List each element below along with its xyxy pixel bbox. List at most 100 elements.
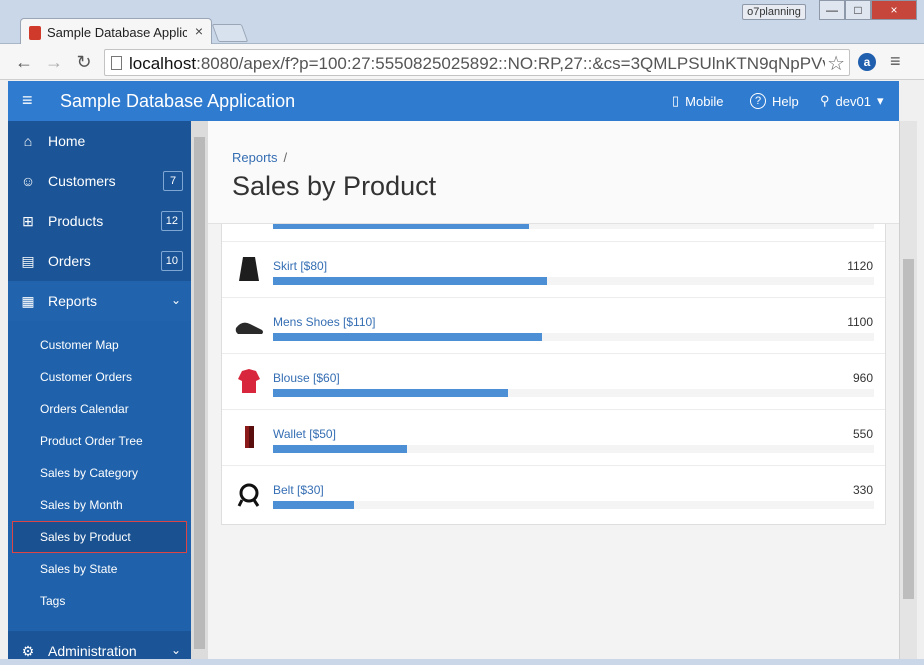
list-item: Mens Shoes [$110] 1100 <box>222 298 885 354</box>
sales-value: 330 <box>852 483 873 497</box>
maximize-button[interactable]: □ <box>845 0 871 20</box>
mobile-icon: ▯ <box>672 93 680 108</box>
cart-icon: ⊞ <box>22 212 34 229</box>
reload-icon[interactable]: ↻ <box>72 50 96 74</box>
product-link[interactable]: Belt [$30] <box>273 483 324 497</box>
list-item: Skirt [$80] 1120 <box>222 242 885 298</box>
tab-title: Sample Database Applicati <box>47 25 187 40</box>
product-link[interactable]: Mens Shoes [$110] <box>273 315 376 329</box>
sidebar-item-tags[interactable]: Tags <box>8 585 191 617</box>
tab-close-icon[interactable]: × <box>195 23 203 39</box>
mobile-label: Mobile <box>685 93 724 109</box>
count-badge: 12 <box>160 211 183 231</box>
back-arrow-icon[interactable]: ← <box>12 50 36 74</box>
sidebar-item-customer-map[interactable]: Customer Map <box>8 329 191 361</box>
progress-bar-fill <box>273 277 547 285</box>
table-icon: ▦ <box>21 292 35 309</box>
gear-icon: ⚙ <box>21 642 35 659</box>
browser-titlebar: Sample Database Applicati × o7planning —… <box>0 0 924 46</box>
progress-bar <box>273 389 874 397</box>
users-icon: ☺ <box>20 173 36 189</box>
sidebar-nav: ⌂ Home ☺ Customers 7 ⊞ Products 12 ▤ Ord… <box>8 121 191 659</box>
product-link[interactable]: Skirt [$80] <box>273 259 327 273</box>
user-icon: ⚲ <box>820 93 830 108</box>
list-item: Wallet [$50] 550 <box>222 410 885 466</box>
page-scrollbar[interactable] <box>899 121 917 659</box>
sidebar-item-label: Customers <box>48 173 116 189</box>
product-image-icon <box>234 478 264 508</box>
breadcrumb-reports-link[interactable]: Reports <box>232 150 278 165</box>
breadcrumb: Reports / <box>232 150 287 165</box>
scrollbar-thumb[interactable] <box>194 137 205 649</box>
list-item: Belt [$30] 330 <box>222 466 885 522</box>
product-link[interactable]: Blouse [$60] <box>273 371 340 385</box>
help-icon: ? <box>750 93 766 109</box>
sales-value: 550 <box>852 427 873 441</box>
page-icon <box>111 56 122 70</box>
browser-menu-icon[interactable]: ≡ <box>890 51 901 72</box>
bookmark-star-icon[interactable]: ☆ <box>827 51 845 76</box>
count-badge: 10 <box>160 251 183 271</box>
user-menu[interactable]: ⚲ dev01 ▾ <box>820 93 883 109</box>
help-label: Help <box>772 93 799 109</box>
help-link[interactable]: ? Help <box>750 93 799 109</box>
caret-down-icon: ▾ <box>876 93 884 108</box>
sidebar-item-customers[interactable]: ☺ Customers 7 <box>8 161 191 201</box>
sidebar-item-label: Reports <box>48 293 98 309</box>
sidebar-item-reports[interactable]: ▦ Reports ⌄ <box>8 281 191 321</box>
progress-bar-fill <box>273 501 354 509</box>
sidebar-item-sales-by-product[interactable]: Sales by Product <box>12 521 187 553</box>
sidebar-item-orders-calendar[interactable]: Orders Calendar <box>8 393 191 425</box>
browser-toolbar: ← → ↻ localhost:8080/apex/f?p=100:27:555… <box>0 44 924 80</box>
new-tab-button[interactable] <box>211 24 249 42</box>
apex-favicon-icon <box>29 26 41 40</box>
count-badge: 7 <box>163 171 183 191</box>
address-bar[interactable]: localhost:8080/apex/f?p=100:27:555082502… <box>104 49 850 76</box>
page-header: Reports / Sales by Product <box>208 121 899 224</box>
app-header: ≡ Sample Database Application ▯ Mobile ?… <box>8 81 899 121</box>
sidebar-item-label: Products <box>48 213 104 229</box>
sidebar-item-sales-by-category[interactable]: Sales by Category <box>8 457 191 489</box>
minimize-button[interactable]: — <box>819 0 845 20</box>
sidebar-item-sales-by-month[interactable]: Sales by Month <box>8 489 191 521</box>
browser-tab[interactable]: Sample Database Applicati × <box>20 18 212 46</box>
sales-report-card: Skirt [$80] 1120 Mens Shoes [$110] 1100 Blou… <box>221 217 886 525</box>
mobile-link[interactable]: ▯ Mobile <box>672 93 723 109</box>
reports-submenu: Customer Map Customer Orders Orders Cale… <box>8 321 191 631</box>
profile-badge[interactable]: o7planning <box>742 4 806 20</box>
sidebar-item-orders[interactable]: ▤ Orders 10 <box>8 241 191 281</box>
list-icon: ▤ <box>21 252 35 269</box>
sidebar-scrollbar[interactable] <box>191 121 208 659</box>
window-close-button[interactable]: × <box>871 0 917 20</box>
sidebar-item-label: Home <box>48 133 86 149</box>
forward-arrow-icon[interactable]: → <box>42 50 66 74</box>
chevron-down-icon[interactable]: ⌄ <box>171 643 181 657</box>
product-image-icon <box>234 422 264 452</box>
user-name: dev01 <box>835 93 871 109</box>
progress-bar-fill <box>273 333 542 341</box>
sidebar-item-label: Administration <box>48 643 137 659</box>
sidebar-item-sales-by-state[interactable]: Sales by State <box>8 553 191 585</box>
sidebar-item-customer-orders[interactable]: Customer Orders <box>8 361 191 393</box>
sidebar-item-products[interactable]: ⊞ Products 12 <box>8 201 191 241</box>
hamburger-menu-icon[interactable]: ≡ <box>22 90 33 111</box>
progress-bar <box>273 277 874 285</box>
product-link[interactable]: Wallet [$50] <box>273 427 336 441</box>
chevron-down-icon[interactable]: ⌄ <box>171 293 181 307</box>
page-title: Sales by Product <box>232 171 437 201</box>
product-image-icon <box>234 310 264 340</box>
progress-bar <box>273 333 874 341</box>
app-title[interactable]: Sample Database Application <box>60 91 295 112</box>
extension-icon[interactable]: a <box>858 53 876 71</box>
home-icon: ⌂ <box>23 133 33 149</box>
url-text[interactable]: localhost:8080/apex/f?p=100:27:555082502… <box>129 54 825 74</box>
sidebar-item-administration[interactable]: ⚙ Administration ⌄ <box>8 631 191 659</box>
progress-bar <box>273 445 874 453</box>
sales-value: 1100 <box>847 315 873 329</box>
sidebar-item-product-order-tree[interactable]: Product Order Tree <box>8 425 191 457</box>
window-bottom-edge <box>0 659 924 665</box>
sidebar-item-home[interactable]: ⌂ Home <box>8 121 191 161</box>
product-image-icon <box>234 366 264 396</box>
sales-value: 960 <box>852 371 873 385</box>
scrollbar-thumb[interactable] <box>903 259 914 599</box>
